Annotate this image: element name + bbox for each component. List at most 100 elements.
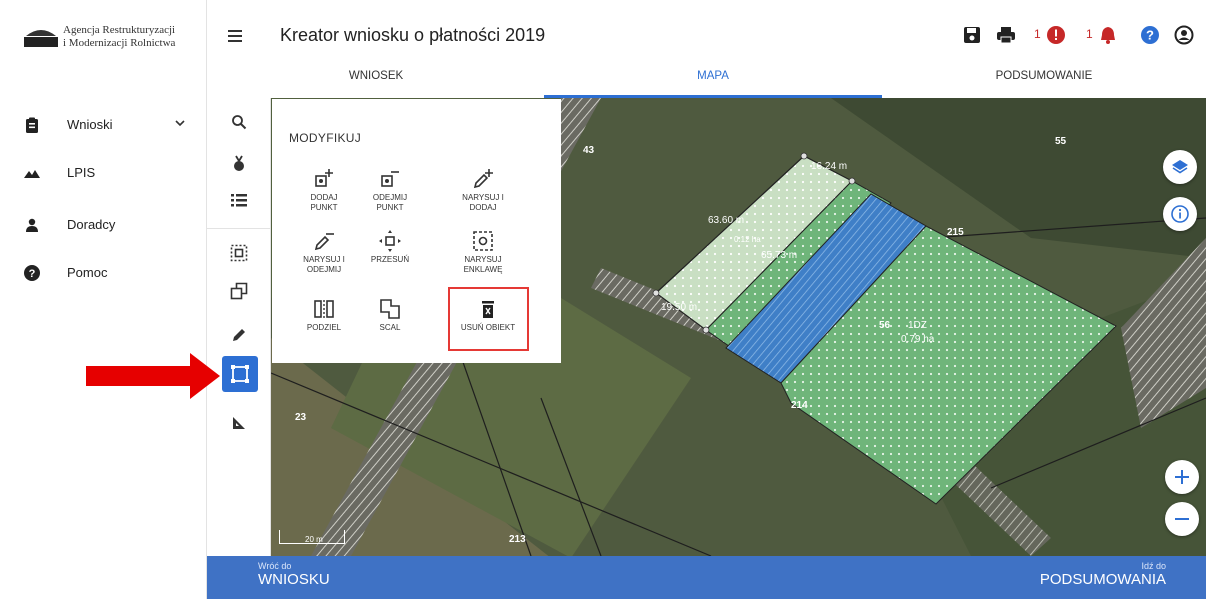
notification-count: 1 xyxy=(1086,27,1093,41)
crop-tool[interactable] xyxy=(224,148,254,178)
sprout-icon xyxy=(234,155,244,171)
select-area-tool[interactable] xyxy=(224,238,254,268)
copy-icon xyxy=(230,282,248,300)
svg-text:?: ? xyxy=(1146,28,1154,43)
sidebar-item-doradcy[interactable]: Doradcy xyxy=(0,205,207,245)
sidebar-item-label: Doradcy xyxy=(67,217,116,232)
draw-add-label-line2: DODAJ xyxy=(469,203,497,212)
draw-enclave-button[interactable]: NARYSUJ ENKLAWĘ xyxy=(443,230,523,275)
modify-tool[interactable] xyxy=(222,356,258,392)
measurement-label: 65.73 m xyxy=(761,250,798,261)
back-small-label: Wróć do xyxy=(258,561,292,571)
zoom-out-button[interactable] xyxy=(1165,502,1199,536)
merge-icon xyxy=(380,299,400,319)
zoom-in-button[interactable] xyxy=(1165,460,1199,494)
measure-tool[interactable] xyxy=(224,408,254,438)
parcel-number: 43 xyxy=(583,145,595,156)
enclave-label-line1: NARYSUJ xyxy=(464,255,502,264)
ruler-triangle-icon xyxy=(233,417,245,429)
draw-subtract-label-line2: ODEJMIJ xyxy=(306,265,342,274)
merge-button[interactable]: SCAL xyxy=(350,298,430,333)
layers-button[interactable] xyxy=(1163,150,1197,184)
info-icon xyxy=(1171,205,1189,223)
subtract-point-label-line1: ODEJMIJ xyxy=(372,193,408,202)
clipboard-icon xyxy=(26,117,38,133)
bell-icon[interactable] xyxy=(1098,25,1118,45)
agency-line1: Agencja Restrukturyzacji xyxy=(63,24,176,36)
enclave-icon xyxy=(473,231,493,251)
page-title: Kreator wniosku o płatności 2019 xyxy=(280,25,546,45)
draw-add-icon xyxy=(473,169,493,189)
info-button[interactable] xyxy=(1163,197,1197,231)
copy-tool[interactable] xyxy=(224,276,254,306)
list-tool[interactable] xyxy=(224,185,254,215)
back-to-wniosek-button[interactable]: Wróć do WNIOSKU xyxy=(258,561,330,588)
list-icon xyxy=(231,194,247,207)
parcel-number: 215 xyxy=(947,227,964,238)
account-icon[interactable] xyxy=(1174,25,1194,45)
sidebar-item-pomoc[interactable]: ? Pomoc xyxy=(0,253,207,293)
draw-subtract-icon xyxy=(314,233,334,251)
sidebar-item-lpis[interactable]: LPIS xyxy=(0,153,207,193)
sidebar-item-label: Wnioski xyxy=(67,117,113,132)
sidebar: Agencja Restrukturyzacji i Modernizacji … xyxy=(0,0,207,599)
sidebar-item-label: LPIS xyxy=(67,165,96,180)
move-button[interactable]: PRZESUŃ xyxy=(350,230,430,265)
delete-highlight-annotation xyxy=(448,287,529,351)
tab-podsumowanie[interactable]: PODSUMOWANIE xyxy=(882,70,1206,96)
svg-text:?: ? xyxy=(29,268,36,280)
subtract-point-button[interactable]: ODEJMIJ PUNKT xyxy=(350,168,430,213)
measurement-label: 19.50 m xyxy=(661,302,698,313)
tool-divider xyxy=(207,228,271,229)
sidebar-item-wnioski[interactable]: Wnioski xyxy=(0,105,207,145)
search-icon xyxy=(232,115,247,130)
modify-panel-title: MODYFIKUJ xyxy=(289,131,362,145)
menu-icon[interactable] xyxy=(226,25,248,47)
enclave-label-line2: ENKLAWĘ xyxy=(463,265,503,274)
next-big-label: PODSUMOWANIA xyxy=(1039,571,1166,588)
parcel-number: 213 xyxy=(509,534,526,545)
subtract-point-label-line2: PUNKT xyxy=(376,203,404,212)
save-icon[interactable] xyxy=(962,25,982,45)
move-label: PRZESUŃ xyxy=(370,255,410,264)
red-arrow-annotation xyxy=(86,353,220,399)
agency-name: Agencja Restrukturyzacji i Modernizacji … xyxy=(63,24,175,50)
help-icon: ? xyxy=(24,265,40,281)
select-area-icon xyxy=(230,244,248,262)
agency-line2: i Modernizacji Rolnictwa xyxy=(63,37,176,49)
parcel-number: 55 xyxy=(1055,136,1067,147)
print-icon[interactable] xyxy=(996,25,1016,45)
parcel-number: 23 xyxy=(295,412,307,423)
agency-logo xyxy=(24,26,58,48)
measurement-label: 63.60 m xyxy=(708,215,745,226)
draw-tool[interactable] xyxy=(224,320,254,350)
chevron-down-icon[interactable] xyxy=(174,117,186,129)
mountains-icon xyxy=(24,170,40,178)
tab-wniosek[interactable]: WNIOSEK xyxy=(207,70,545,96)
person-icon xyxy=(26,218,38,232)
help-icon[interactable]: ? xyxy=(1140,25,1160,45)
merge-label: SCAL xyxy=(379,323,401,332)
parcel-number: 214 xyxy=(791,400,808,411)
measurement-label: 16.24 m xyxy=(811,161,848,172)
draw-and-add-button[interactable]: NARYSUJ I DODAJ xyxy=(443,168,523,213)
search-tool[interactable] xyxy=(224,107,254,137)
move-icon xyxy=(379,230,401,252)
sidebar-item-label: Pomoc xyxy=(67,265,108,280)
error-icon[interactable] xyxy=(1046,25,1066,45)
map-scale-label: 20 m xyxy=(305,535,323,544)
pencil-icon xyxy=(233,329,245,341)
tab-mapa[interactable]: MAPA xyxy=(544,70,882,96)
go-to-summary-button[interactable]: Idź do PODSUMOWANIA xyxy=(1040,561,1166,588)
error-count: 1 xyxy=(1034,27,1041,41)
split-icon xyxy=(314,300,334,318)
subtract-point-icon xyxy=(381,171,399,187)
next-small-label: Idź do xyxy=(1141,561,1166,571)
add-point-icon xyxy=(315,169,333,187)
area-label: 0.79 ha xyxy=(901,334,935,345)
layers-icon xyxy=(1172,160,1188,174)
draw-add-label-line1: NARYSUJ I xyxy=(462,193,504,202)
modify-shape-icon xyxy=(231,365,249,383)
parcel-id-label: 1DZ xyxy=(908,320,927,331)
area-label: 0.12 ha xyxy=(734,235,761,244)
